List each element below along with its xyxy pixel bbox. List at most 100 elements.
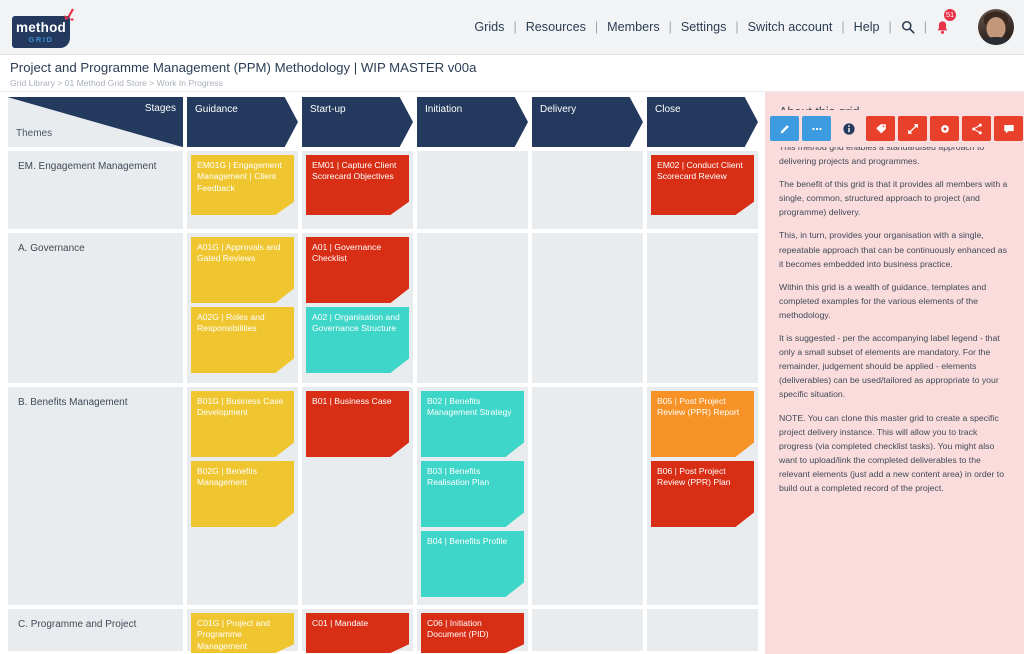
about-paragraph: It is suggested - per the accompanying l…: [779, 333, 1000, 400]
grid-toolbar: [765, 110, 1024, 147]
about-this-grid-panel: About this grid This method grid enables…: [765, 92, 1024, 654]
gear-icon: [940, 124, 949, 133]
grid-cell[interactable]: B01 | Business Case: [302, 387, 413, 605]
grid-cell[interactable]: C06 | Initiation Document (PID): [417, 609, 528, 653]
element-card[interactable]: EM01 | Capture Client Scorecard Objectiv…: [306, 155, 409, 215]
nav-link-help[interactable]: Help: [845, 20, 889, 34]
stage-header-start-up[interactable]: Start-up: [302, 97, 413, 147]
element-card[interactable]: EM02 | Conduct Client Scorecard Review: [651, 155, 754, 215]
grid-cell[interactable]: C01G | Project and Programme Management: [187, 609, 298, 653]
grid-cell[interactable]: B05 | Post Project Review (PPR) Report B0…: [647, 387, 758, 605]
share-icon: [971, 123, 982, 134]
element-card[interactable]: B04 | Benefits Profile: [421, 531, 524, 597]
about-paragraph: This, in turn, provides your organisatio…: [779, 230, 1007, 269]
theme-label[interactable]: A. Governance: [8, 233, 183, 383]
element-card[interactable]: B06 | Post Project Review (PPR) Plan: [651, 461, 754, 527]
pencil-icon: [780, 124, 789, 133]
element-card[interactable]: B02G | Benefits Management: [191, 461, 294, 527]
comments-button[interactable]: [994, 116, 1023, 141]
more-options-button[interactable]: [802, 116, 831, 141]
theme-rows: EM. Engagement Management EM01G | Engagem…: [8, 151, 765, 653]
grid-cell[interactable]: [647, 233, 758, 383]
grid-cell[interactable]: A01G | Approvals and Gated Reviews A02G |…: [187, 233, 298, 383]
method-grid: Stages Themes Guidance Start-up Initiation…: [0, 92, 765, 654]
stage-header-initiation[interactable]: Initiation: [417, 97, 528, 147]
grid-cell[interactable]: EM01 | Capture Client Scorecard Objectiv…: [302, 151, 413, 229]
nav-link-switch-account[interactable]: Switch account: [739, 20, 842, 34]
logo-text-grid: GRID: [28, 35, 54, 44]
element-card[interactable]: B05 | Post Project Review (PPR) Report: [651, 391, 754, 457]
avatar-shoulders: [979, 37, 1013, 45]
grid-cell[interactable]: [532, 609, 643, 651]
grid-cell[interactable]: [532, 387, 643, 605]
search-icon: [901, 20, 915, 34]
about-paragraph: NOTE. You can clone this master grid to …: [779, 412, 1005, 493]
grid-cell[interactable]: [417, 151, 528, 229]
element-card[interactable]: A02G | Roles and Responsibilities: [191, 307, 294, 373]
avatar[interactable]: [978, 9, 1014, 45]
theme-row: C. Programme and Project C01G | Project a…: [8, 609, 765, 653]
element-card[interactable]: A01 | Governance Checklist: [306, 237, 409, 303]
avatar-face: [986, 16, 1006, 39]
grid-cell[interactable]: [647, 609, 758, 651]
method-grid-logo[interactable]: method GRID: [12, 6, 82, 48]
nav-links: Grids | Resources | Members | Settings |…: [465, 0, 970, 55]
element-card[interactable]: B03 | Benefits Realisation Plan: [421, 461, 524, 527]
labels-button[interactable]: [866, 116, 895, 141]
logo-arrow-icon: [64, 8, 74, 21]
theme-label[interactable]: B. Benefits Management: [8, 387, 183, 605]
search-button[interactable]: [892, 20, 924, 34]
nav-link-resources[interactable]: Resources: [517, 20, 595, 34]
notifications-button[interactable]: 51: [927, 8, 958, 35]
themes-label: Themes: [16, 128, 53, 139]
nav-link-members[interactable]: Members: [598, 20, 668, 34]
settings-button[interactable]: [930, 116, 959, 141]
main-content: Stages Themes Guidance Start-up Initiation…: [0, 92, 1024, 654]
element-card[interactable]: A01G | Approvals and Gated Reviews: [191, 237, 294, 303]
edit-button[interactable]: [770, 116, 799, 141]
info-icon: [842, 122, 855, 135]
breadcrumb: Grid Library > 01 Method Grid Store > Wo…: [10, 78, 223, 88]
share-button[interactable]: [962, 116, 991, 141]
element-card[interactable]: EM01G | Engagement Management | Client F…: [191, 155, 294, 215]
logo-text-method: method: [16, 19, 66, 35]
stage-header-row: Stages Themes Guidance Start-up Initiation…: [8, 97, 765, 147]
element-card[interactable]: C01 | Mandate: [306, 613, 409, 653]
grid-title-bar: Project and Programme Management (PPM) M…: [0, 55, 1024, 147]
top-navigation-bar: method GRID Grids | Resources | Members …: [0, 0, 1024, 55]
stage-header-delivery[interactable]: Delivery: [532, 97, 643, 147]
grid-cell[interactable]: [532, 233, 643, 383]
stages-label: Stages: [144, 103, 176, 114]
grid-cell[interactable]: EM02 | Conduct Client Scorecard Review: [647, 151, 758, 229]
nav-link-settings[interactable]: Settings: [672, 20, 736, 34]
bell-icon: [937, 20, 948, 34]
element-card[interactable]: B01G | Business Case Development: [191, 391, 294, 457]
theme-row: EM. Engagement Management EM01G | Engagem…: [8, 151, 765, 229]
info-button[interactable]: [834, 116, 863, 141]
stage-header-guidance[interactable]: Guidance: [187, 97, 298, 147]
element-card[interactable]: C06 | Initiation Document (PID): [421, 613, 524, 653]
about-panel-body: This method grid enables a standardised …: [779, 140, 1008, 495]
nav-link-grids[interactable]: Grids: [465, 20, 513, 34]
element-card[interactable]: B01 | Business Case: [306, 391, 409, 457]
ellipsis-icon: [811, 127, 822, 130]
grid-cell[interactable]: [417, 233, 528, 383]
grid-cell[interactable]: A01 | Governance Checklist A02 | Organisa…: [302, 233, 413, 383]
expand-arrows-icon: [907, 123, 918, 134]
element-card[interactable]: B02 | Benefits Management Strategy: [421, 391, 524, 457]
grid-cell[interactable]: [532, 151, 643, 229]
theme-row: A. Governance A01G | Approvals and Gated …: [8, 233, 765, 383]
about-paragraph: The benefit of this grid is that it prov…: [779, 179, 1008, 218]
grid-cell[interactable]: B02 | Benefits Management Strategy B03 | …: [417, 387, 528, 605]
element-card[interactable]: A02 | Organisation and Governance Struct…: [306, 307, 409, 373]
about-paragraph: Within this grid is a wealth of guidance…: [779, 281, 987, 320]
page-title: Project and Programme Management (PPM) M…: [10, 60, 477, 75]
expand-button[interactable]: [898, 116, 927, 141]
theme-label[interactable]: EM. Engagement Management: [8, 151, 183, 229]
grid-cell[interactable]: EM01G | Engagement Management | Client F…: [187, 151, 298, 229]
grid-cell[interactable]: B01G | Business Case Development B02G | B…: [187, 387, 298, 605]
theme-label[interactable]: C. Programme and Project: [8, 609, 183, 651]
stage-header-close[interactable]: Close: [647, 97, 758, 147]
element-card[interactable]: C01G | Project and Programme Management: [191, 613, 294, 653]
grid-cell[interactable]: C01 | Mandate: [302, 609, 413, 653]
